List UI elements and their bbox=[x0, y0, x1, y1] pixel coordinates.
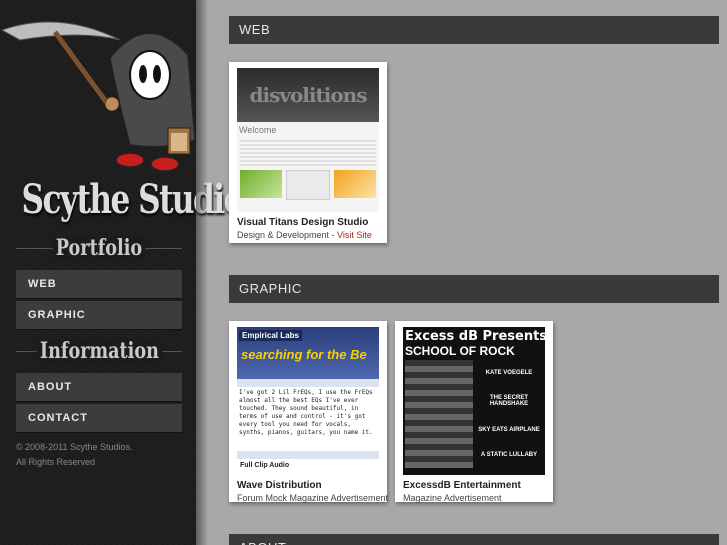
project-card-wave-distribution[interactable]: Empirical Labs searching for the Be I've… bbox=[229, 321, 389, 503]
copyright-line: All Rights Reserved bbox=[16, 457, 96, 467]
nav-graphic-button[interactable]: GRAPHIC bbox=[16, 301, 182, 329]
thumb-footer: Full Clip Audio bbox=[240, 462, 290, 469]
information-heading-label: Information bbox=[36, 339, 162, 363]
project-thumbnail[interactable]: Empirical Labs searching for the Be I've… bbox=[237, 327, 379, 475]
sidebar-shadow bbox=[196, 0, 208, 545]
brand-title: Scythe Studios bbox=[21, 176, 261, 223]
project-title: ExcessdB Entertainment bbox=[403, 480, 521, 491]
project-card-visual-titans[interactable]: disvolitions Welcome Visual Titans Desig… bbox=[229, 62, 387, 243]
copyright: © 2008-2011 Scythe Studios. All Rights R… bbox=[16, 440, 186, 470]
thumb-divider bbox=[237, 451, 379, 459]
category-header-graphic: GRAPHIC bbox=[229, 275, 719, 303]
project-card-excessdb[interactable]: Excess dB Presents SCHOOL OF ROCK KATE V… bbox=[395, 321, 553, 503]
project-title: Wave Distribution bbox=[237, 480, 322, 491]
thumb-features bbox=[237, 168, 379, 202]
project-thumbnail[interactable]: Excess dB Presents SCHOOL OF ROCK KATE V… bbox=[403, 327, 545, 475]
band-name: A STATIC LULLABY bbox=[480, 452, 538, 459]
nav-about-button[interactable]: ABOUT bbox=[16, 373, 182, 401]
band-name: SKY EATS AIRPLANE bbox=[478, 426, 540, 433]
thumb-headline: searching for the Be bbox=[241, 347, 367, 362]
sidebar: Scythe Studios Portfolio WEB GRAPHIC Inf… bbox=[0, 0, 261, 545]
project-description: Forum Mock Magazine Advertisement bbox=[237, 493, 389, 503]
nav-web-button[interactable]: WEB bbox=[16, 270, 182, 298]
thumb-divider bbox=[237, 379, 379, 387]
project-description: Magazine Advertisement bbox=[403, 493, 502, 503]
information-heading: Information bbox=[16, 339, 182, 363]
thumb-line1: Excess dB Presents bbox=[405, 329, 545, 344]
portfolio-heading: Portfolio bbox=[16, 236, 182, 260]
nav-contact-button[interactable]: CONTACT bbox=[16, 404, 182, 432]
project-title: Visual Titans Design Studio bbox=[237, 217, 369, 228]
project-description: Design & Development - Visit Site bbox=[237, 230, 379, 240]
band-name: THE SECRET HANDSHAKE bbox=[489, 395, 529, 408]
thumb-welcome: Welcome bbox=[239, 125, 277, 135]
project-description-text: Design & Development - bbox=[237, 230, 338, 240]
thumb-text-block bbox=[240, 140, 376, 166]
thumb-line2: SCHOOL OF ROCK bbox=[405, 344, 515, 358]
copyright-line: © 2008-2011 Scythe Studios. bbox=[16, 442, 133, 452]
project-thumbnail[interactable]: disvolitions Welcome bbox=[237, 68, 379, 212]
thumb-banner: Empirical Labs searching for the Be bbox=[237, 327, 379, 379]
band-name: KATE VOEGELE bbox=[485, 369, 533, 376]
thumb-post-text: I've got 2 Lil FrEQs, I use the FrEQs al… bbox=[239, 389, 373, 436]
visit-site-link[interactable]: Visit Site bbox=[337, 230, 372, 240]
thumb-brand: Empirical Labs bbox=[239, 330, 302, 341]
portfolio-heading-label: Portfolio bbox=[52, 236, 146, 260]
category-header-web: WEB bbox=[229, 16, 719, 44]
thumb-logo: disvolitions bbox=[237, 68, 379, 122]
thumb-grid: KATE VOEGELE THE SECRET HANDSHAKE SKY EA… bbox=[403, 358, 545, 470]
grim-reaper-mascot-icon bbox=[0, 21, 196, 172]
category-header-about: ABOUT bbox=[229, 534, 719, 545]
